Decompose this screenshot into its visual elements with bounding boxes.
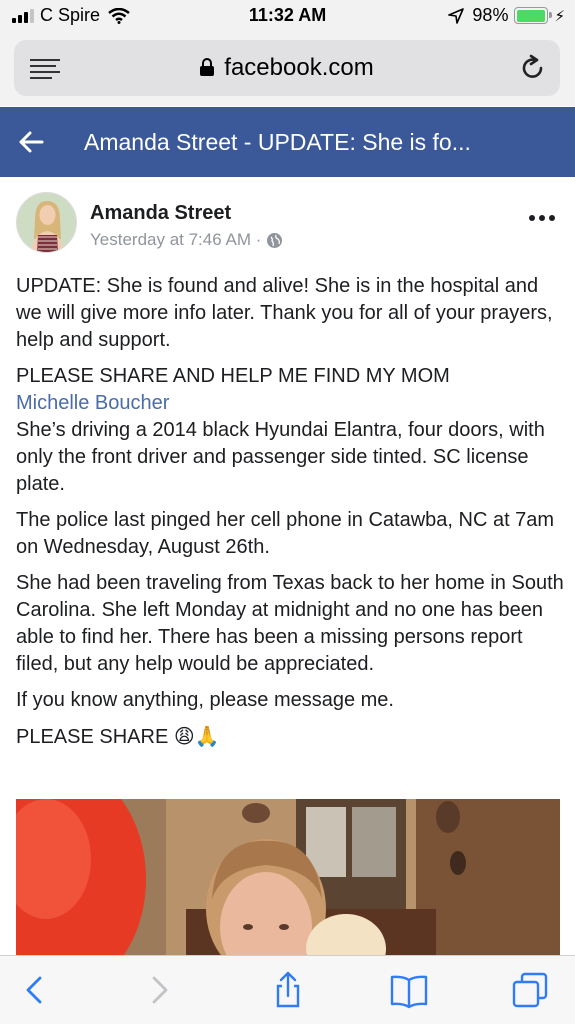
back-icon[interactable] [14, 970, 54, 1010]
page-header: Amanda Street - UPDATE: She is fo... [0, 107, 575, 177]
tabs-icon[interactable] [510, 970, 550, 1010]
address-bar[interactable]: facebook.com [14, 40, 560, 96]
address-text[interactable]: facebook.com [14, 54, 560, 82]
url-label: facebook.com [224, 54, 374, 81]
reload-icon[interactable] [520, 54, 546, 82]
charging-icon: ⚡ [554, 7, 565, 25]
more-options-icon[interactable] [529, 215, 555, 221]
battery-percent: 98% [472, 5, 509, 25]
share-icon[interactable] [268, 970, 308, 1010]
post-photo[interactable] [16, 799, 560, 955]
post-paragraph-contact: If you know anything, please message me. [16, 689, 394, 711]
post-paragraph-share: PLEASE SHARE AND HELP ME FIND MY MOM [16, 365, 450, 387]
lock-icon [200, 58, 215, 76]
post-timestamp[interactable]: Yesterday at 7:46 AM · [90, 230, 261, 250]
browser-toolbar [0, 955, 575, 1024]
location-icon [448, 7, 465, 24]
mention-link[interactable]: Michelle Boucher [16, 390, 564, 417]
post-body: UPDATE: She is found and alive! She is i… [16, 273, 564, 760]
battery-icon [514, 7, 553, 24]
browser-bar: facebook.com [0, 34, 575, 106]
post-paragraph-closing: PLEASE SHARE 😩🙏 [16, 723, 564, 751]
post-paragraph-police: The police last pinged her cell phone in… [16, 509, 555, 558]
page-title: Amanda Street - UPDATE: She is fo... [84, 129, 471, 155]
globe-icon [267, 232, 283, 248]
post: Amanda Street Yesterday at 7:46 AM · UPD… [0, 177, 575, 955]
avatar[interactable] [16, 192, 77, 253]
post-meta: Yesterday at 7:46 AM · [90, 230, 283, 250]
status-right: 98% ⚡ [448, 5, 565, 26]
post-paragraph-update: UPDATE: She is found and alive! She is i… [16, 275, 553, 351]
back-arrow-icon[interactable] [18, 129, 44, 155]
closing-emoji: 😩🙏 [173, 724, 220, 748]
bookmarks-icon[interactable] [389, 970, 429, 1010]
status-bar: C Spire 11:32 AM 98% ⚡ [0, 0, 575, 34]
post-author[interactable]: Amanda Street [90, 202, 231, 225]
forward-icon[interactable] [140, 970, 180, 1010]
post-paragraph-car: She’s driving a 2014 black Hyundai Elant… [16, 419, 545, 495]
closing-text: PLEASE SHARE [16, 726, 169, 748]
post-paragraph-travel: She had been traveling from Texas back t… [16, 572, 564, 675]
